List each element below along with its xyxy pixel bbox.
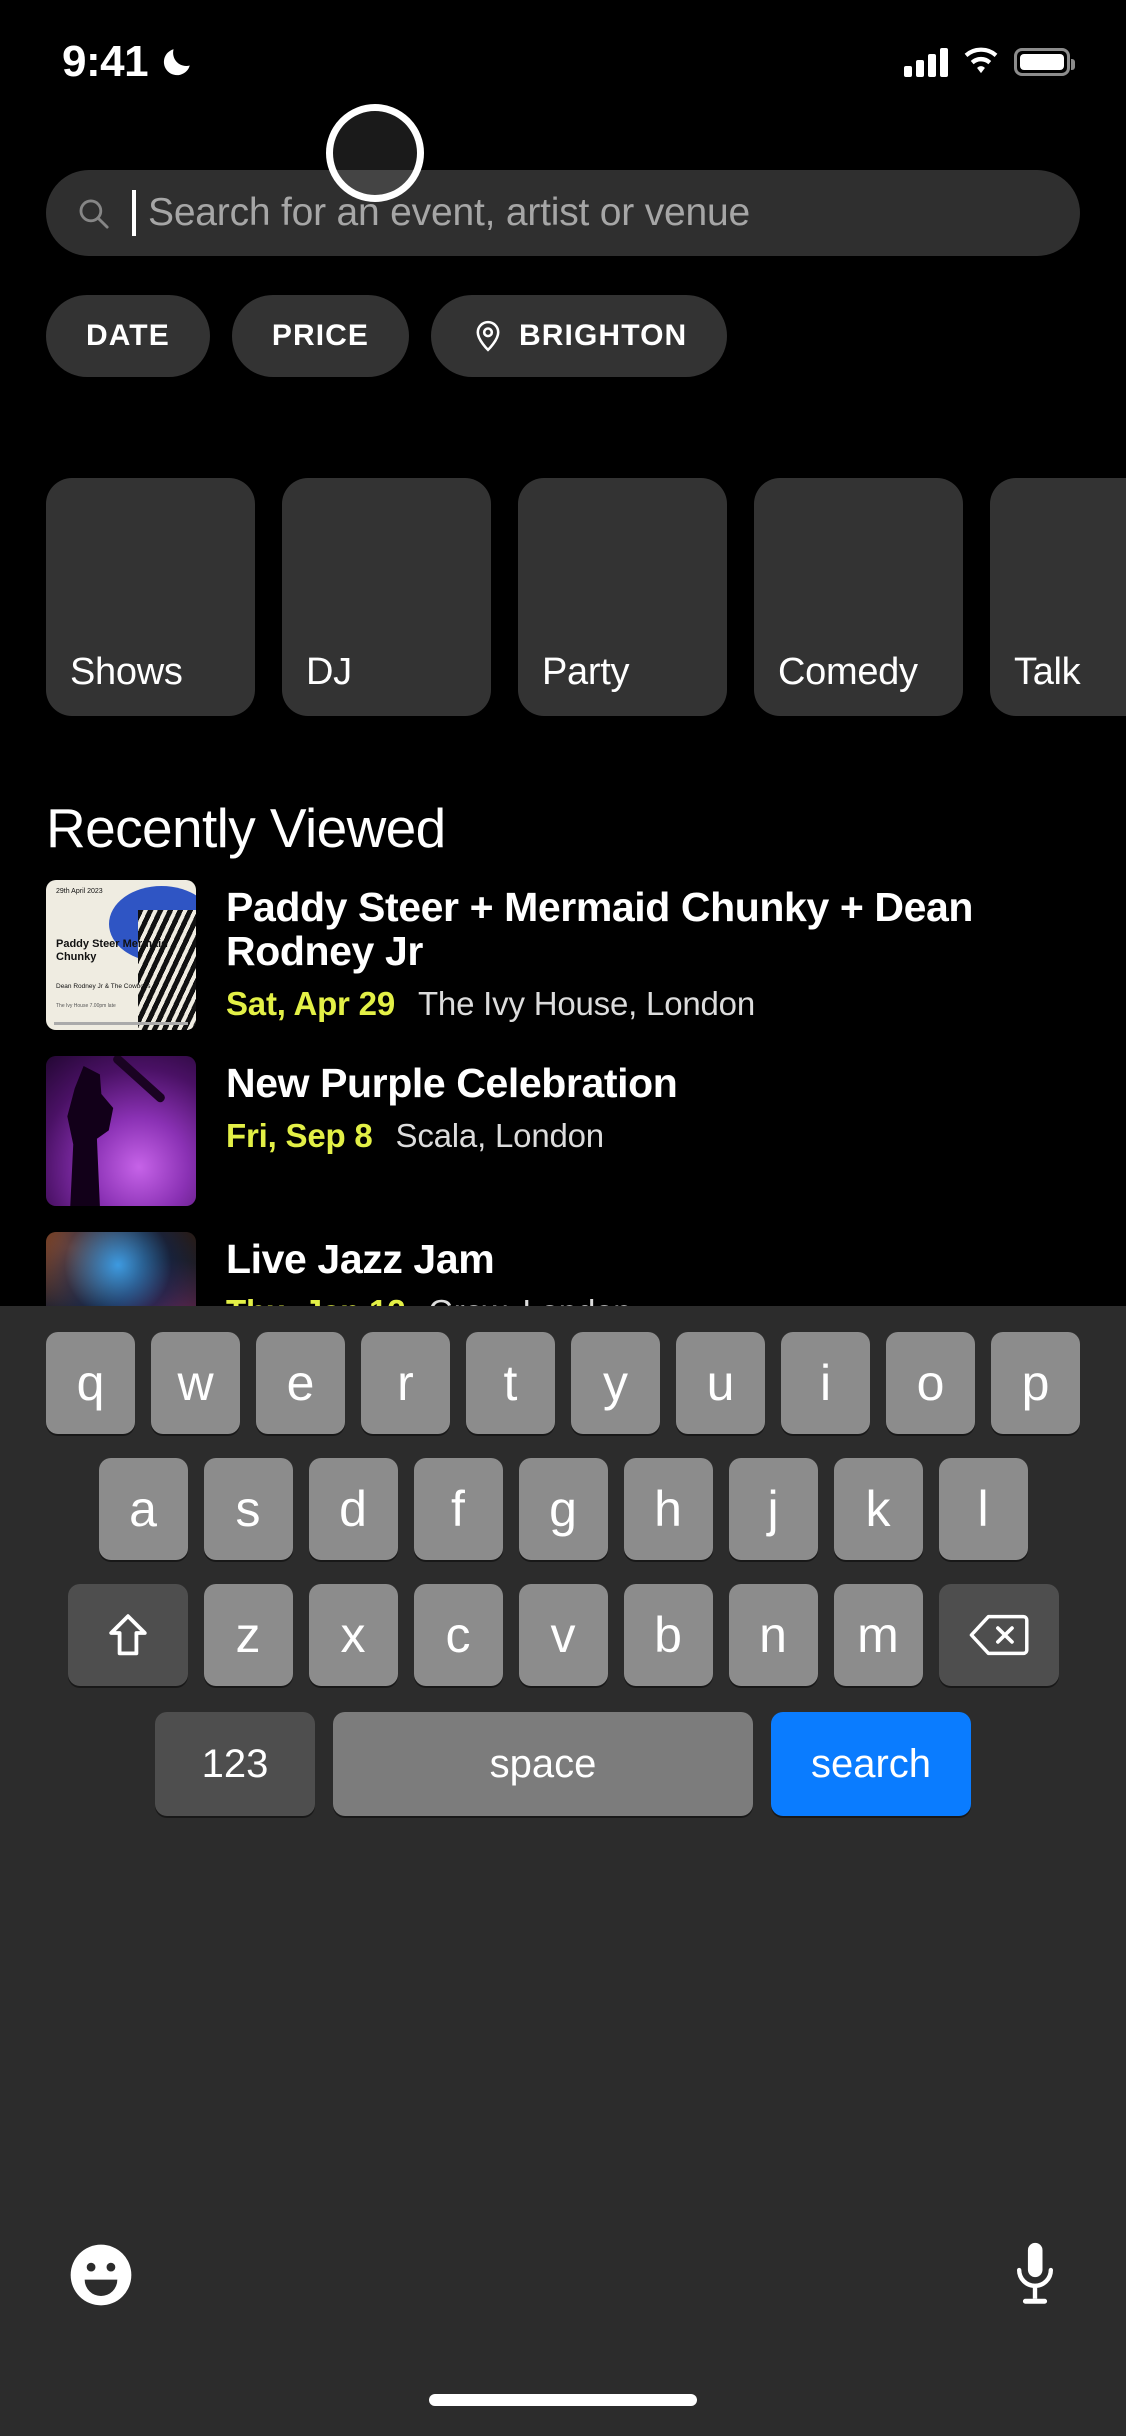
keyboard-bottom-row: [0, 2210, 1126, 2340]
section-title-recently-viewed: Recently Viewed: [46, 797, 446, 859]
filter-chip-date-label: DATE: [86, 319, 170, 352]
poster-support: Dean Rodney Jr & The Cowboys: [56, 983, 151, 990]
filter-chip-location-label: BRIGHTON: [519, 319, 688, 352]
search-icon: [79, 199, 109, 229]
keyboard-row-2: a s d f g h j k l: [0, 1434, 1126, 1560]
event-venue: Scala, London: [395, 1116, 605, 1154]
location-pin-icon: [476, 320, 500, 352]
search-placeholder: Search for an event, artist or venue: [148, 191, 750, 234]
filter-chip-price-label: PRICE: [271, 319, 370, 352]
event-venue: The Ivy House, London: [417, 984, 755, 1022]
keyboard-row-3: z x c v b n m: [0, 1560, 1126, 1686]
category-card-shows-label: Shows: [70, 651, 183, 693]
filter-chip-location[interactable]: BRIGHTON: [431, 295, 728, 377]
keyboard-row-1: q w e r t y u i o p: [0, 1306, 1126, 1434]
category-card-dj[interactable]: DJ: [282, 478, 491, 716]
key-m[interactable]: m: [833, 1584, 923, 1686]
status-bar-left: 9:41: [62, 37, 194, 87]
key-v[interactable]: v: [518, 1584, 608, 1686]
key-w[interactable]: w: [151, 1332, 240, 1434]
backspace-key[interactable]: [938, 1584, 1059, 1686]
category-card-comedy[interactable]: Comedy: [754, 478, 963, 716]
list-item[interactable]: New Purple Celebration Fri, Sep 8 Scala,…: [46, 1056, 1126, 1206]
key-s[interactable]: s: [203, 1458, 293, 1560]
search-return-key[interactable]: search: [771, 1712, 971, 1816]
key-e[interactable]: e: [256, 1332, 345, 1434]
search-input[interactable]: Search for an event, artist or venue: [46, 170, 1080, 256]
on-screen-keyboard: q w e r t y u i o p a s d f g h j k l z …: [0, 1306, 1126, 2436]
event-title: New Purple Celebration: [226, 1060, 678, 1106]
category-card-party[interactable]: Party: [518, 478, 727, 716]
key-y[interactable]: y: [571, 1332, 660, 1434]
microphone-key-icon[interactable]: [1010, 2238, 1060, 2312]
key-x[interactable]: x: [308, 1584, 398, 1686]
key-q[interactable]: q: [46, 1332, 135, 1434]
filter-chip-row: DATE PRICE BRIGHTON: [46, 295, 728, 377]
key-z[interactable]: z: [203, 1584, 293, 1686]
category-card-comedy-label: Comedy: [778, 651, 918, 693]
category-card-dj-label: DJ: [306, 651, 352, 693]
text-cursor: [132, 190, 136, 236]
key-n[interactable]: n: [728, 1584, 818, 1686]
event-title: Paddy Steer + Mermaid Chunky + Dean Rodn…: [226, 884, 974, 974]
search-bar-container: Search for an event, artist or venue: [46, 170, 1080, 256]
key-l[interactable]: l: [938, 1458, 1028, 1560]
key-r[interactable]: r: [361, 1332, 450, 1434]
shift-key[interactable]: [67, 1584, 188, 1686]
status-bar: 9:41: [0, 0, 1126, 96]
app-screen: 9:41 Search for an event, artist or venu…: [0, 0, 1126, 2436]
filter-chip-price[interactable]: PRICE: [231, 295, 410, 377]
event-title: Live Jazz Jam: [226, 1236, 495, 1282]
event-details: New Purple Celebration Fri, Sep 8 Scala,…: [226, 1056, 678, 1155]
category-card-talk[interactable]: Talk: [990, 478, 1126, 716]
category-card-talk-label: Talk: [1014, 651, 1081, 693]
event-meta: Fri, Sep 8 Scala, London: [226, 1117, 677, 1155]
filter-chip-date[interactable]: DATE: [46, 295, 210, 377]
key-u[interactable]: u: [676, 1332, 765, 1434]
key-f[interactable]: f: [413, 1458, 503, 1560]
event-thumbnail: 29th April 2023 Paddy Steer Mermaid Chun…: [46, 880, 196, 1030]
category-card-row: Shows DJ Party Comedy Talk: [46, 478, 1126, 716]
key-k[interactable]: k: [833, 1458, 923, 1560]
numbers-key[interactable]: 123: [155, 1712, 315, 1816]
key-g[interactable]: g: [518, 1458, 608, 1560]
keyboard-row-4: 123 space search: [0, 1686, 1126, 1816]
key-b[interactable]: b: [623, 1584, 713, 1686]
status-bar-right: [904, 47, 1075, 77]
poster-headline: Paddy Steer Mermaid Chunky: [56, 938, 168, 963]
poster-venue-line: The Ivy House 7.00pm late: [56, 1003, 116, 1009]
key-h[interactable]: h: [623, 1458, 713, 1560]
cellular-signal-icon: [904, 47, 948, 77]
key-c[interactable]: c: [413, 1584, 503, 1686]
status-time: 9:41: [62, 37, 149, 86]
key-d[interactable]: d: [308, 1458, 398, 1560]
category-card-shows[interactable]: Shows: [46, 478, 255, 716]
event-details: Paddy Steer + Mermaid Chunky + Dean Rodn…: [226, 880, 1016, 1023]
wifi-icon: [964, 47, 998, 74]
poster-date-line: 29th April 2023: [56, 888, 103, 895]
event-date: Sat, Apr 29: [226, 984, 395, 1022]
list-item[interactable]: 29th April 2023 Paddy Steer Mermaid Chun…: [46, 880, 1126, 1030]
space-key[interactable]: space: [333, 1712, 753, 1816]
backspace-key-icon: [969, 1614, 1029, 1656]
category-card-party-label: Party: [542, 651, 630, 693]
emoji-key-icon[interactable]: [66, 2240, 136, 2310]
moon-icon: [163, 49, 190, 76]
battery-icon: [1014, 48, 1075, 76]
shift-key-icon: [108, 1614, 147, 1656]
event-thumbnail: [46, 1056, 196, 1206]
key-p[interactable]: p: [991, 1332, 1080, 1434]
key-j[interactable]: j: [728, 1458, 818, 1560]
key-i[interactable]: i: [781, 1332, 870, 1434]
key-a[interactable]: a: [98, 1458, 188, 1560]
event-meta: Sat, Apr 29 The Ivy House, London: [226, 985, 1016, 1023]
key-o[interactable]: o: [886, 1332, 975, 1434]
key-t[interactable]: t: [466, 1332, 555, 1434]
event-date: Fri, Sep 8: [226, 1116, 373, 1154]
home-indicator: [429, 2394, 697, 2406]
